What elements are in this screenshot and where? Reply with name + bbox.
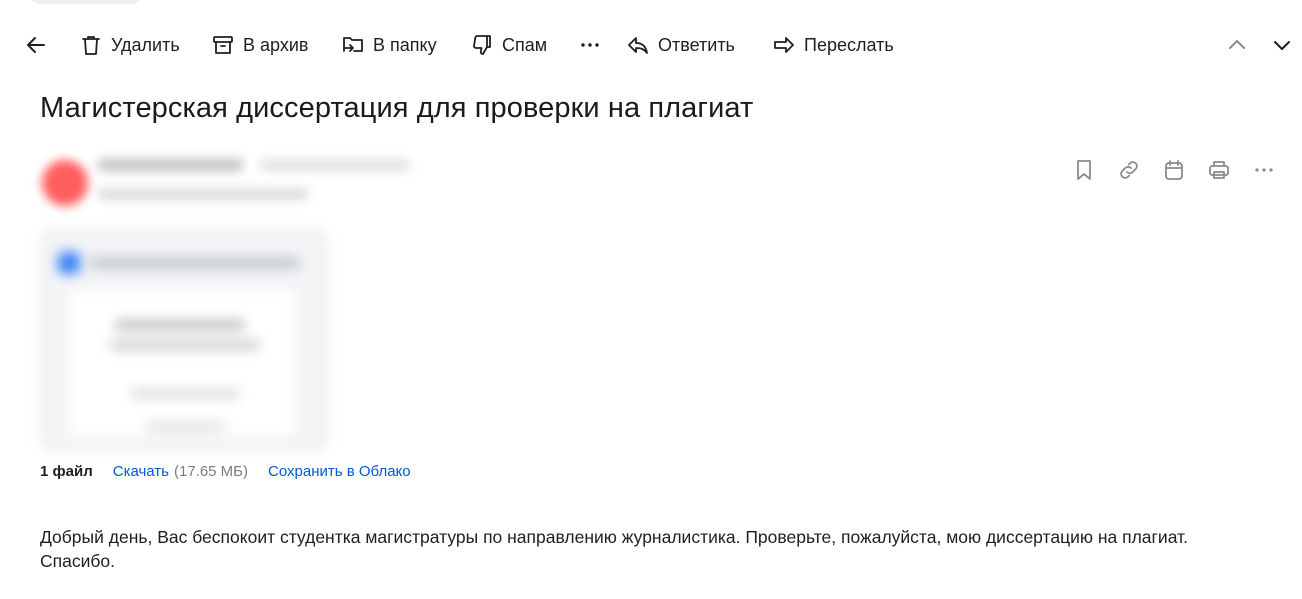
reply-icon — [628, 37, 648, 54]
message-tools — [1072, 158, 1276, 182]
back-button[interactable] — [24, 25, 48, 65]
print-button[interactable] — [1207, 158, 1231, 182]
trash-icon — [82, 36, 100, 55]
sender-info-blurred — [40, 152, 460, 212]
bookmark-button[interactable] — [1072, 158, 1096, 182]
reply-label: Ответить — [658, 34, 735, 55]
forward-icon — [774, 37, 794, 53]
preview-line-blurred — [110, 340, 260, 350]
file-type-icon — [58, 252, 80, 274]
forward-label: Переслать — [804, 34, 894, 55]
message-subject: Магистерская диссертация для проверки на… — [40, 92, 754, 124]
reply-button[interactable]: Ответить — [626, 25, 735, 65]
delete-button[interactable]: Удалить — [79, 25, 180, 65]
spam-button[interactable]: Спам — [470, 25, 547, 65]
chevron-up-icon — [1229, 40, 1245, 49]
previous-message-button[interactable] — [1225, 25, 1249, 65]
page-preview-blurred — [70, 290, 296, 435]
more-horizontal-icon — [1255, 168, 1273, 172]
folder-label: В папку — [373, 34, 437, 55]
attachment-count: 1 файл — [40, 463, 93, 480]
avatar — [42, 160, 88, 206]
arrow-left-icon — [27, 37, 45, 53]
message-toolbar: Удалить В архив В папку Спам Ответить Пе… — [0, 22, 1302, 68]
delete-label: Удалить — [111, 34, 180, 55]
top-tab-remnant — [30, 0, 142, 4]
recipient-blurred — [98, 188, 308, 200]
attachment-meta: 1 файл Скачать (17.65 МБ) Сохранить в Об… — [40, 463, 411, 480]
date-blurred — [260, 159, 410, 171]
attachment-preview-blurred[interactable] — [40, 230, 330, 452]
chevron-down-icon — [1274, 41, 1290, 50]
more-horizontal-icon — [581, 43, 599, 47]
spam-label: Спам — [502, 34, 548, 55]
thumbs-down-icon — [473, 35, 491, 55]
archive-label: В архив — [243, 34, 309, 55]
preview-line-blurred — [115, 320, 245, 330]
calendar-icon — [1165, 160, 1183, 180]
forward-button[interactable]: Переслать — [772, 25, 894, 65]
preview-line-blurred — [145, 422, 225, 430]
archive-button[interactable]: В архив — [211, 25, 308, 65]
preview-line-blurred — [130, 390, 240, 398]
archive-box-icon — [213, 36, 233, 54]
more-actions-button[interactable] — [578, 25, 602, 65]
move-to-folder-icon — [343, 37, 363, 52]
bookmark-icon — [1077, 160, 1091, 180]
link-icon — [1120, 161, 1138, 179]
printer-icon — [1209, 161, 1229, 179]
download-link[interactable]: Скачать — [113, 463, 169, 480]
copy-link-button[interactable] — [1117, 158, 1141, 182]
move-to-folder-button[interactable]: В папку — [341, 25, 437, 65]
sender-name-blurred — [98, 158, 243, 172]
message-body: Добрый день, Вас беспокоит студентка маг… — [40, 527, 1188, 571]
next-message-button[interactable] — [1270, 25, 1294, 65]
file-name-blurred — [90, 257, 300, 269]
attachment-size: (17.65 МБ) — [173, 463, 249, 480]
message-menu-button[interactable] — [1252, 158, 1276, 182]
calendar-button[interactable] — [1162, 158, 1186, 182]
save-to-cloud-link[interactable]: Сохранить в Облако — [268, 463, 411, 480]
